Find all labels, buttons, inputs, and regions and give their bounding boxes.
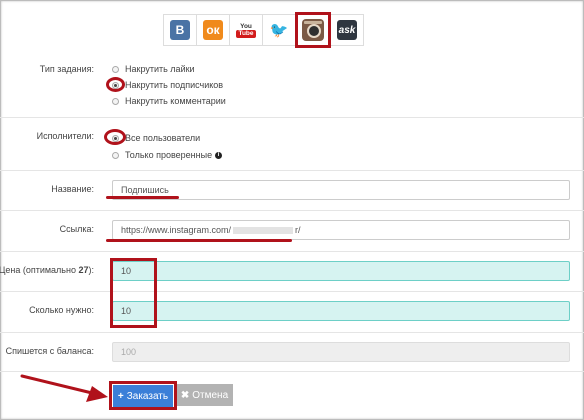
annotation-arrow (20, 374, 108, 402)
tab-instagram[interactable] (295, 12, 331, 48)
instagram-icon (302, 19, 324, 41)
